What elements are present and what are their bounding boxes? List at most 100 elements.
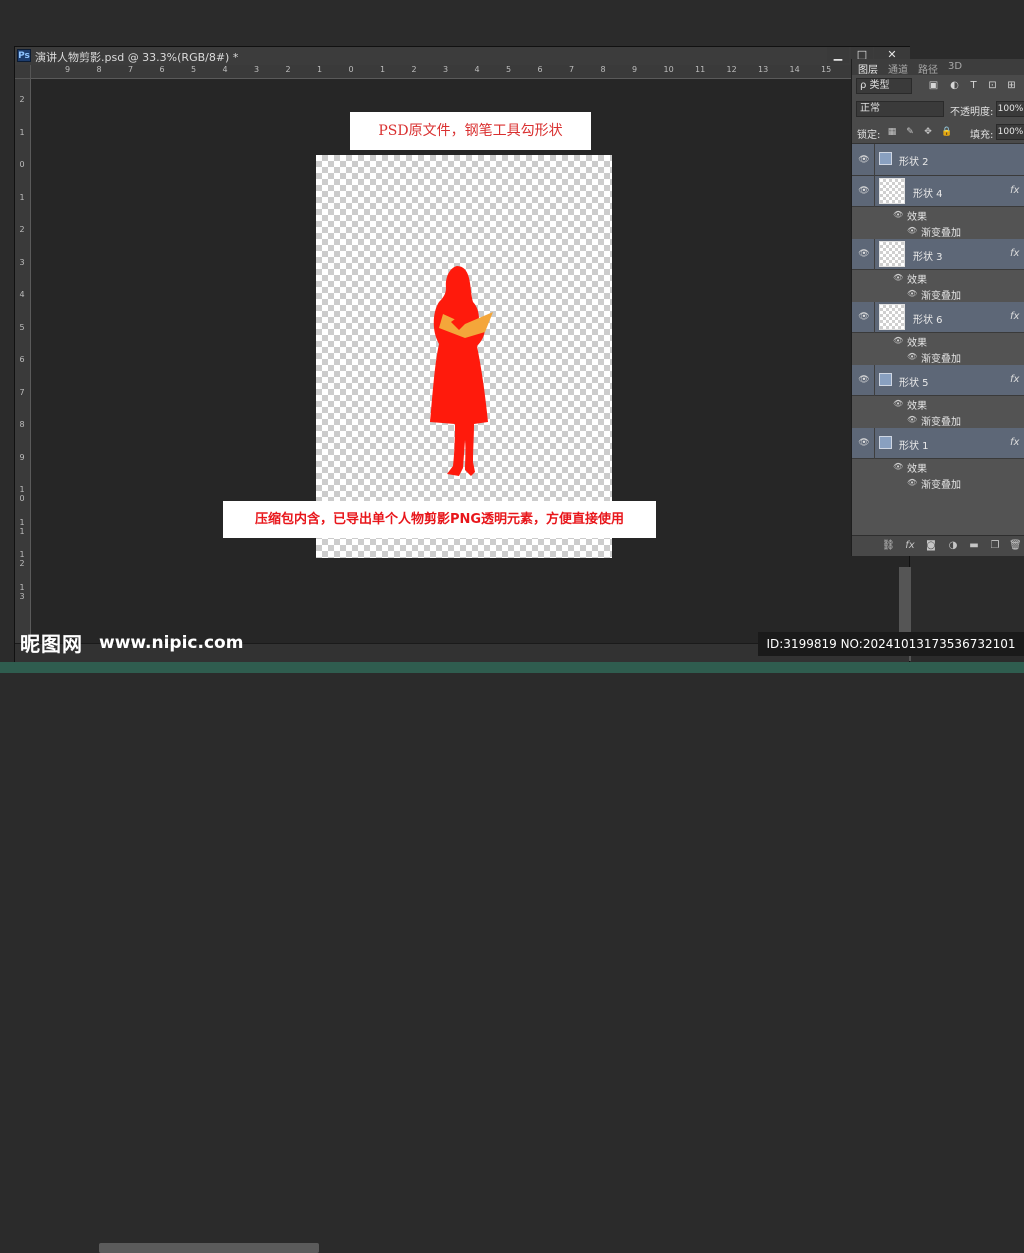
layer-row[interactable]: 👁 形状 1 fx (852, 428, 1024, 459)
layer-name: 形状 5 (899, 378, 929, 389)
effect-eye-icon[interactable]: 👁 (893, 399, 903, 409)
smart-object-icon[interactable]: ⊞ (1006, 80, 1017, 91)
minimize-button[interactable]: ▁ (827, 47, 849, 63)
lock-transparency-icon[interactable]: ▦ (887, 127, 897, 137)
effect-label: 渐变叠加 (921, 480, 961, 491)
lock-paint-icon[interactable]: ✎ (905, 127, 915, 137)
ruler-tick-label: 4 (19, 290, 25, 299)
type-icon[interactable]: T (968, 80, 979, 91)
effect-eye-icon[interactable]: 👁 (907, 289, 917, 299)
document-title-bar[interactable]: Ps 演讲人物剪影.psd @ 33.3%(RGB/8#) * ▁ □ ✕ (15, 47, 910, 66)
layer-thumbnail (879, 373, 892, 386)
lock-all-icon[interactable]: 🔒 (941, 127, 952, 137)
adjust-icon[interactable]: ◐ (949, 80, 960, 91)
vertical-ruler[interactable]: 2 1 0 1 2 3 4 5 6 7 8 9 10 11 12 13 (15, 79, 31, 663)
opacity-input[interactable]: 100% (996, 101, 1024, 117)
ruler-tick-label: 2 (285, 65, 291, 74)
ruler-tick-label: 6 (537, 65, 543, 74)
effects-group-label: 效果 (907, 275, 927, 286)
effect-row[interactable]: 👁 渐变叠加 (852, 475, 1024, 491)
effect-eye-icon[interactable]: 👁 (893, 210, 903, 220)
ruler-tick-label: 4 (474, 65, 480, 74)
layer-thumbnail (879, 304, 905, 330)
lock-row: 锁定: ▦ ✎ ✥ 🔒 填充: 100% (852, 121, 1024, 144)
effects-group-label: 效果 (907, 212, 927, 223)
image-icon[interactable]: ▣ (928, 80, 939, 91)
effect-eye-icon[interactable]: 👁 (893, 336, 903, 346)
ruler-tick-label: 15 (821, 65, 832, 74)
fx-icon[interactable]: fx (1010, 311, 1019, 322)
export-note-caption: 压缩包内含，已导出单个人物剪影PNG透明元素，方便直接使用 (223, 501, 656, 538)
effect-label: 渐变叠加 (921, 354, 961, 365)
layer-name: 形状 6 (913, 315, 943, 326)
effect-eye-icon[interactable]: 👁 (893, 273, 903, 283)
layer-name: 形状 1 (899, 441, 929, 452)
visibility-eye-icon[interactable]: 👁 (858, 186, 870, 196)
effects-group-row[interactable]: 👁 效果 (852, 270, 1024, 286)
lock-position-icon[interactable]: ✥ (923, 127, 933, 137)
effects-group-row[interactable]: 👁 效果 (852, 396, 1024, 412)
effect-eye-icon[interactable]: 👁 (893, 462, 903, 472)
layer-row[interactable]: 👁 形状 3 fx (852, 239, 1024, 270)
effect-row[interactable]: 👁 渐变叠加 (852, 223, 1024, 239)
opacity-label: 不透明度: (950, 107, 994, 118)
visibility-eye-icon[interactable]: 👁 (858, 438, 870, 448)
tab-3d[interactable]: 3D (948, 61, 962, 72)
fx-icon[interactable]: fx (1010, 185, 1019, 196)
woman-silhouette (430, 266, 493, 476)
folder-icon[interactable]: ▬ (968, 540, 980, 552)
visibility-eye-icon[interactable]: 👁 (858, 375, 870, 385)
ruler-tick-label: 8 (96, 65, 102, 74)
effects-group-row[interactable]: 👁 效果 (852, 459, 1024, 475)
effect-eye-icon[interactable]: 👁 (907, 226, 917, 236)
layer-row[interactable]: 👁 形状 5 fx (852, 365, 1024, 396)
shape-icon[interactable]: ⊡ (987, 80, 998, 91)
layer-row[interactable]: 👁 形状 6 fx (852, 302, 1024, 333)
tab-channels[interactable]: 通道 (888, 61, 908, 76)
image-id-badge: ID:3199819 NO:20241013173536732101 (758, 632, 1024, 656)
effect-eye-icon[interactable]: 👁 (907, 478, 917, 488)
tab-paths[interactable]: 路径 (918, 61, 938, 76)
effect-label: 渐变叠加 (921, 417, 961, 428)
layer-name: 形状 3 (913, 252, 943, 263)
ruler-tick-label: 12 (726, 65, 737, 74)
effect-row[interactable]: 👁 渐变叠加 (852, 412, 1024, 428)
effect-row[interactable]: 👁 渐变叠加 (852, 286, 1024, 302)
ruler-tick-label: 13 (19, 582, 25, 601)
ruler-tick-label: 12 (19, 550, 25, 568)
effects-group-row[interactable]: 👁 效果 (852, 207, 1024, 223)
fill-input[interactable]: 100% (996, 124, 1024, 140)
fx-icon[interactable]: fx (1010, 437, 1019, 448)
layer-row[interactable]: 👁 形状 2 (852, 144, 1024, 176)
ruler-tick-label: 7 (19, 387, 25, 397)
ruler-tick-label: 6 (159, 65, 165, 74)
lock-label: 锁定: (857, 130, 881, 141)
ruler-tick-label: 1 (19, 192, 25, 202)
new-layer-icon[interactable]: ❐ (989, 540, 1001, 552)
layer-name: 形状 2 (899, 157, 929, 168)
effect-eye-icon[interactable]: 👁 (907, 352, 917, 362)
horizontal-scrollbar[interactable] (99, 1243, 319, 1253)
horizontal-ruler[interactable]: 987654321012345678910111213141516 (31, 65, 863, 79)
trash-icon[interactable]: 🗑 (1009, 540, 1022, 552)
blend-mode-select[interactable]: 正常 (856, 101, 944, 117)
fx-icon[interactable]: fx (1010, 374, 1019, 385)
link-icon[interactable]: ⛓ (882, 540, 895, 552)
layer-row[interactable]: 👁 形状 4 fx (852, 176, 1024, 207)
adjustment-icon[interactable]: ◑ (947, 540, 959, 552)
mask-icon[interactable]: ◙ (925, 540, 937, 552)
fx-icon[interactable]: fx (1010, 248, 1019, 259)
fx-icon[interactable]: fx (904, 540, 916, 552)
effect-row[interactable]: 👁 渐变叠加 (852, 349, 1024, 365)
visibility-eye-icon[interactable]: 👁 (858, 155, 870, 165)
ruler-tick-label: 3 (19, 257, 25, 267)
filter-type-select[interactable]: ρ 类型 (856, 78, 912, 94)
ruler-corner[interactable] (15, 65, 31, 79)
layer-thumbnail (879, 241, 905, 267)
visibility-eye-icon[interactable]: 👁 (858, 312, 870, 322)
effect-eye-icon[interactable]: 👁 (907, 415, 917, 425)
tab-layers[interactable]: 图层 (858, 61, 878, 76)
visibility-eye-icon[interactable]: 👁 (858, 249, 870, 259)
effects-group-row[interactable]: 👁 效果 (852, 333, 1024, 349)
ruler-tick-label: 3 (443, 65, 449, 74)
